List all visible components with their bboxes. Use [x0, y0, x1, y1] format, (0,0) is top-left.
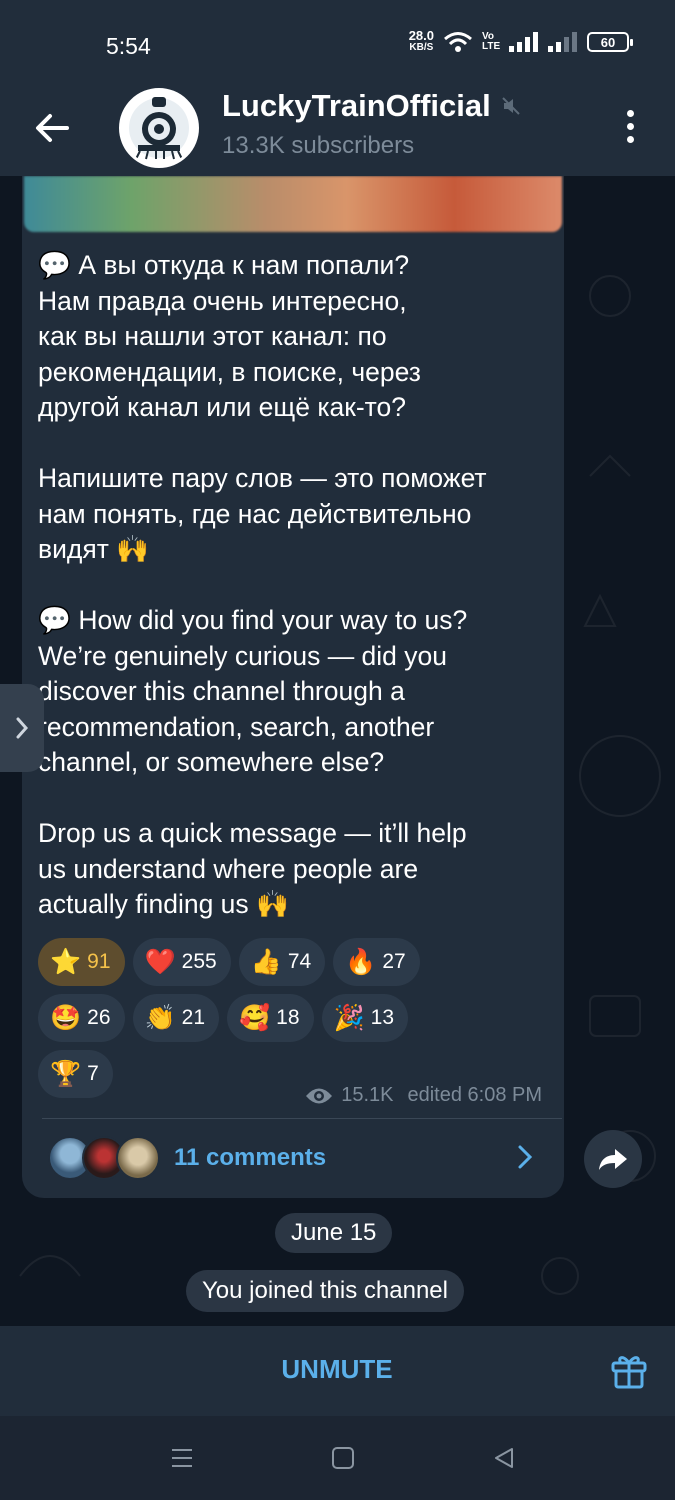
dot [626, 109, 634, 117]
chat-area[interactable]: 💬 А вы откуда к нам попали? Нам правда о… [0, 176, 675, 1326]
arrow-left-icon [36, 114, 69, 142]
train-logo-icon [129, 97, 189, 160]
back-button[interactable] [30, 106, 74, 150]
clap-icon: 👏 [144, 1003, 176, 1032]
volte-icon: Vo LTE [482, 31, 501, 52]
view-count: 15.1K [341, 1084, 394, 1106]
service-message: You joined this channel [186, 1270, 464, 1312]
more-options-button[interactable] [608, 104, 652, 148]
signal-icon [509, 32, 538, 52]
share-button[interactable] [584, 1130, 642, 1188]
bottom-bar: UNMUTE [0, 1326, 675, 1416]
commenter-avatars [48, 1136, 160, 1182]
trophy-icon: 🏆 [50, 1059, 82, 1088]
comments-count: 11 comments [174, 1144, 327, 1171]
date-separator: June 15 [275, 1213, 393, 1253]
message-meta: 15.1K edited 6:08 PM [305, 1084, 542, 1107]
reaction-thumbs-up[interactable]: 👍 74 [238, 938, 326, 986]
system-nav-bar [0, 1416, 675, 1500]
star-struck-icon: 🤩 [50, 1003, 82, 1032]
reaction-heart[interactable]: ❤️ 255 [132, 938, 231, 986]
reaction-trophy[interactable]: 🏆 7 [38, 1050, 113, 1098]
signal-icon-2 [548, 32, 577, 52]
recent-apps-icon[interactable] [170, 1446, 194, 1470]
fire-icon: 🔥 [345, 947, 377, 976]
chevron-right-icon [518, 1145, 533, 1169]
gift-button[interactable] [609, 1350, 653, 1394]
party-popper-icon: 🎉 [333, 1003, 365, 1032]
network-speed: 28.0 KB/S [408, 28, 434, 53]
smiling-hearts-icon: 🥰 [239, 1003, 271, 1032]
eye-icon [306, 1088, 333, 1103]
side-panel-toggle[interactable] [0, 684, 44, 772]
channel-name: LuckyTrainOfficial [222, 88, 491, 123]
reaction-star-struck[interactable]: 🤩 26 [38, 994, 125, 1042]
home-icon[interactable] [332, 1447, 354, 1469]
battery-icon: 60 [587, 32, 633, 52]
reaction-clap[interactable]: 👏 21 [132, 994, 219, 1042]
avatar [116, 1136, 160, 1180]
unmute-button[interactable]: UNMUTE [237, 1354, 437, 1385]
reaction-star[interactable]: ⭐ 91 [38, 938, 125, 986]
wifi-icon [444, 32, 472, 52]
dot [626, 122, 634, 130]
reaction-party[interactable]: 🎉 13 [321, 994, 408, 1042]
divider [42, 1118, 562, 1119]
chevron-right-icon [16, 717, 29, 739]
status-icons: 28.0 KB/S Vo LTE 60 [408, 28, 633, 54]
subscriber-count: 13.3K subscribers [222, 132, 415, 159]
channel-title[interactable]: LuckyTrainOfficial [222, 88, 521, 124]
back-triangle-icon[interactable] [492, 1446, 516, 1470]
message-image[interactable] [24, 176, 562, 232]
message-text: 💬 А вы откуда к нам попали? Нам правда о… [38, 250, 487, 919]
comments-button[interactable]: 11 comments [22, 1124, 564, 1194]
gift-icon [611, 1356, 647, 1389]
muted-icon [502, 97, 520, 115]
reaction-row: ⭐ 91 ❤️ 255 👍 74 🔥 27 [38, 938, 558, 986]
thumbs-up-icon: 👍 [250, 947, 282, 976]
status-time: 5:54 [106, 33, 151, 59]
edited-time: edited 6:08 PM [407, 1084, 542, 1106]
dot [626, 135, 634, 143]
share-arrow-icon [599, 1149, 627, 1170]
reactions: ⭐ 91 ❤️ 255 👍 74 🔥 27 🤩 26 👏 21 🥰 18 🎉 1… [38, 938, 558, 1106]
reaction-row: 🤩 26 👏 21 🥰 18 🎉 13 [38, 994, 558, 1042]
reaction-fire[interactable]: 🔥 27 [333, 938, 420, 986]
heart-icon: ❤️ [144, 947, 176, 976]
reaction-love[interactable]: 🥰 18 [227, 994, 314, 1042]
chat-header: LuckyTrainOfficial 13.3K subscribers [0, 88, 675, 176]
status-bar: 5:54 28.0 KB/S Vo LTE 60 [0, 0, 675, 90]
channel-avatar[interactable] [119, 88, 199, 168]
message-bubble[interactable]: 💬 А вы откуда к нам попали? Нам правда о… [22, 176, 564, 1198]
star-icon: ⭐ [50, 947, 82, 976]
